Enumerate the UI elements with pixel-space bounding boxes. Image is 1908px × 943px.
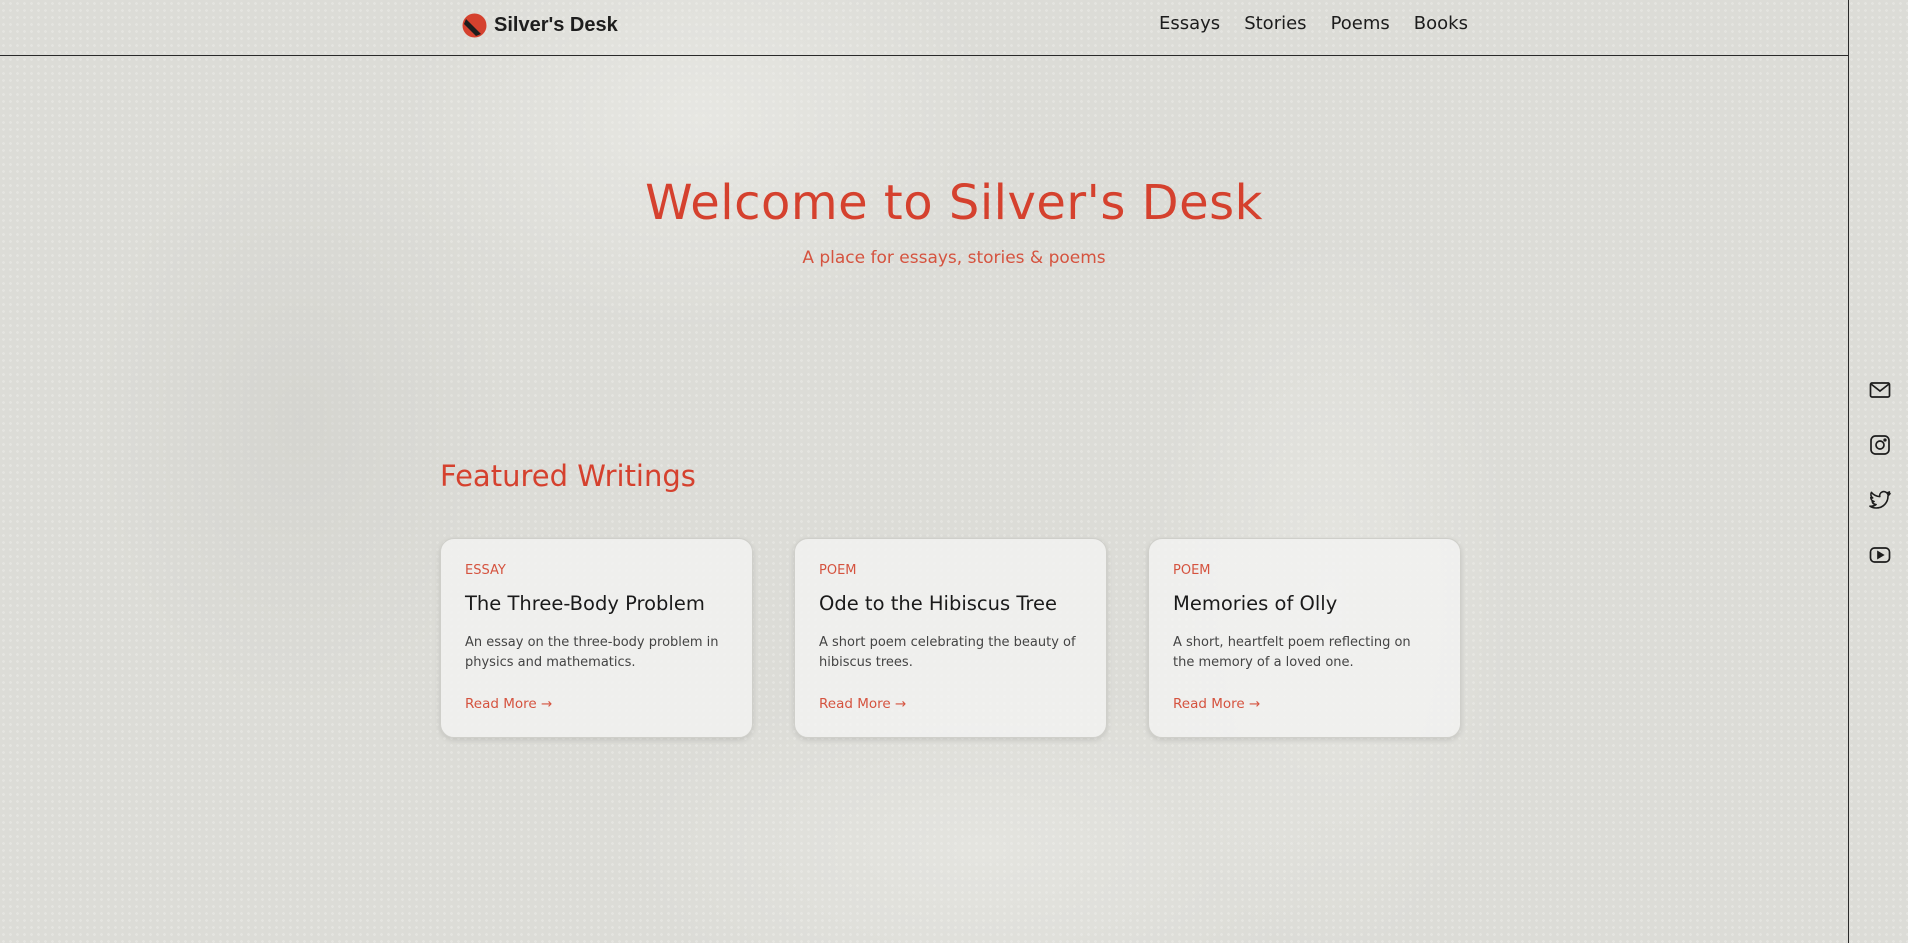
- card-type-label: POEM: [1173, 563, 1211, 578]
- social-links: [1868, 378, 1892, 567]
- card-description: A short, heartfelt poem reflecting on th…: [1173, 635, 1411, 670]
- site-header: Silver's Desk Essays Stories Poems Books: [0, 0, 1849, 56]
- sidebar-divider: [1848, 0, 1849, 943]
- instagram-icon[interactable]: [1868, 433, 1892, 457]
- main-nav: Essays Stories Poems Books: [1159, 13, 1468, 34]
- nav-essays[interactable]: Essays: [1159, 13, 1220, 34]
- logo-icon: [462, 13, 487, 38]
- card-title: Memories of Olly: [1173, 592, 1338, 615]
- card-type-label: ESSAY: [465, 563, 506, 578]
- site-logo-link[interactable]: Silver's Desk: [462, 13, 618, 38]
- card-description: An essay on the three-body problem in ph…: [465, 635, 719, 670]
- logo-text: Silver's Desk: [494, 14, 618, 36]
- writing-card[interactable]: POEM Ode to the Hibiscus Tree A short po…: [794, 538, 1107, 738]
- card-title: Ode to the Hibiscus Tree: [819, 592, 1057, 615]
- card-type-label: POEM: [819, 563, 857, 578]
- nav-poems[interactable]: Poems: [1331, 13, 1390, 34]
- youtube-icon[interactable]: [1868, 543, 1892, 567]
- hero-subtitle: A place for essays, stories & poems: [802, 248, 1106, 268]
- halftone-background: [0, 0, 1908, 943]
- nav-books[interactable]: Books: [1414, 13, 1468, 34]
- card-title: The Three-Body Problem: [465, 592, 705, 615]
- hero-title: Welcome to Silver's Desk: [645, 175, 1263, 231]
- mail-icon[interactable]: [1868, 378, 1892, 402]
- read-more-link[interactable]: Read More →: [465, 696, 552, 712]
- card-description: A short poem celebrating the beauty of h…: [819, 635, 1076, 670]
- nav-stories[interactable]: Stories: [1244, 13, 1306, 34]
- twitter-icon[interactable]: [1868, 488, 1892, 512]
- writing-card[interactable]: ESSAY The Three-Body Problem An essay on…: [440, 538, 753, 738]
- read-more-link[interactable]: Read More →: [819, 696, 906, 712]
- featured-cards: ESSAY The Three-Body Problem An essay on…: [440, 538, 1461, 738]
- writing-card[interactable]: POEM Memories of Olly A short, heartfelt…: [1148, 538, 1461, 738]
- featured-section-title: Featured Writings: [440, 459, 696, 493]
- read-more-link[interactable]: Read More →: [1173, 696, 1260, 712]
